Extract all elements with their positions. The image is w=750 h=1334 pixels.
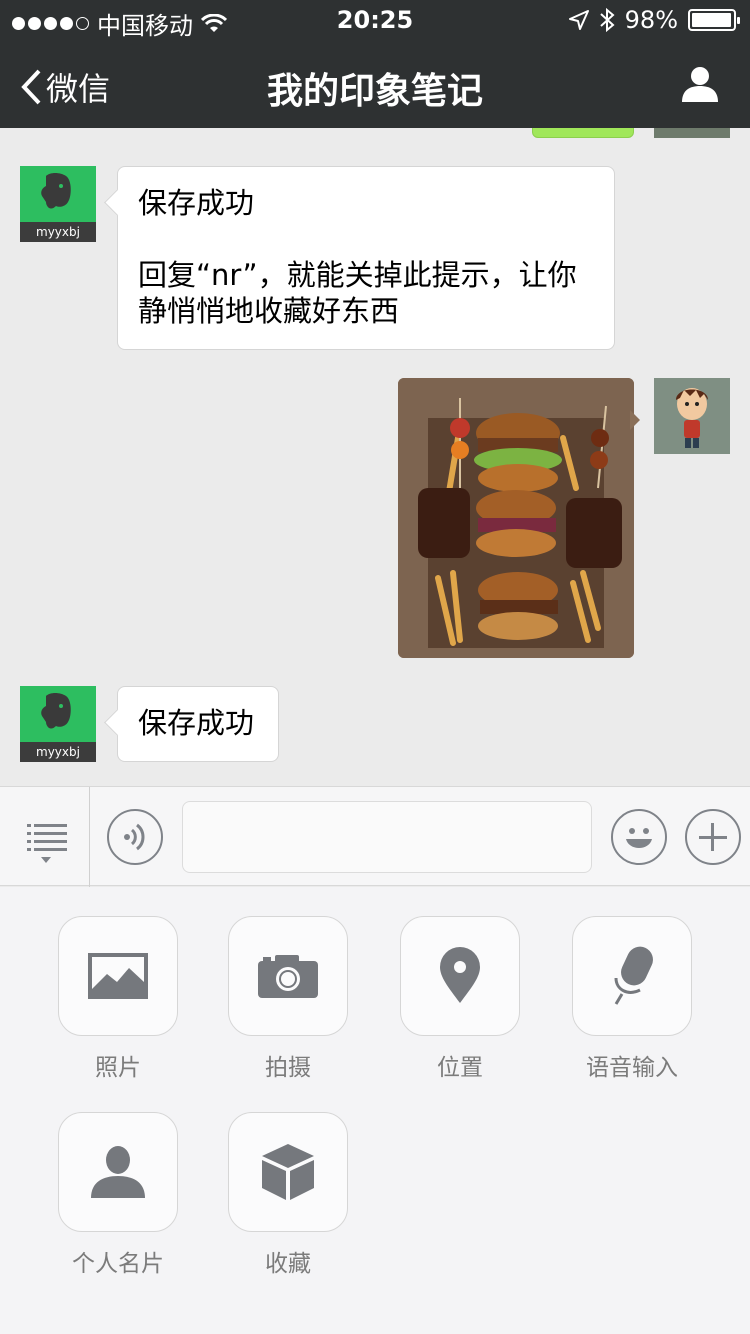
image-bubble-tail <box>630 410 640 430</box>
avatar-label: myyxbj <box>20 742 96 762</box>
tool-label: 位置 <box>437 1055 483 1081</box>
tool-voice-input[interactable]: 语音输入 <box>572 916 692 1082</box>
voice-input-button[interactable] <box>107 809 163 865</box>
message-title: 保存成功 <box>138 706 255 740</box>
user-avatar[interactable] <box>654 378 730 454</box>
message-input[interactable] <box>182 801 592 873</box>
burger-photo <box>398 378 634 658</box>
input-toolbar <box>0 786 750 887</box>
smiley-icon <box>626 828 652 848</box>
microphone-icon <box>614 946 653 1005</box>
contact-card-icon <box>91 1146 145 1198</box>
image-message[interactable] <box>398 378 634 658</box>
previous-sent-bubble <box>532 128 634 138</box>
tool-photo[interactable]: 照片 <box>58 916 178 1082</box>
evernote-avatar[interactable]: myyxbj <box>20 686 96 762</box>
camera-icon <box>258 955 318 998</box>
tool-favorites[interactable]: 收藏 <box>228 1112 348 1278</box>
battery-percent: 98% <box>624 6 678 34</box>
more-button[interactable] <box>685 809 741 865</box>
message-bubble[interactable]: 保存成功 <box>117 686 279 762</box>
page-title: 我的印象笔记 <box>266 71 483 112</box>
contact-info-button[interactable] <box>680 64 720 104</box>
message-bubble[interactable]: 保存成功 回复“nr”，就能关掉此提示，让你静悄悄地收藏好东西 <box>117 166 615 350</box>
location-icon <box>440 947 480 1003</box>
cartoon-boy-avatar <box>654 378 730 454</box>
navigation-bar: 微信 我的印象笔记 <box>0 40 750 128</box>
photo-icon <box>88 953 148 999</box>
previous-user-avatar <box>654 128 730 138</box>
tool-label: 收藏 <box>265 1251 311 1277</box>
avatar-label: myyxbj <box>20 222 96 242</box>
menu-toggle-button[interactable] <box>0 787 90 887</box>
evernote-avatar[interactable]: myyxbj <box>20 166 96 242</box>
favorites-box-icon <box>262 1144 314 1200</box>
tool-label: 语音输入 <box>586 1055 678 1081</box>
message-body: 回复“nr”，就能关掉此提示，让你静悄悄地收藏好东西 <box>138 258 577 328</box>
chat-area[interactable]: myyxbj 保存成功 回复“nr”，就能关掉此提示，让你静悄悄地收藏好东西 m… <box>0 128 750 786</box>
tool-contact-card[interactable]: 个人名片 <box>58 1112 178 1278</box>
status-bar: 中国移动 20:25 98% <box>0 0 750 40</box>
emoji-button[interactable] <box>611 809 667 865</box>
tool-label: 照片 <box>95 1055 141 1081</box>
top-bar: 中国移动 20:25 98% 微信 我的印象笔记 <box>0 0 750 128</box>
elephant-icon <box>41 173 71 209</box>
tool-location[interactable]: 位置 <box>400 916 520 1082</box>
tool-label: 个人名片 <box>72 1251 164 1277</box>
attachment-panel: 照片 拍摄 位置 语音输入 个人名片 收藏 <box>0 887 750 1334</box>
bluetooth-icon <box>599 8 615 32</box>
voice-wave-icon <box>124 823 145 851</box>
elephant-icon <box>41 693 71 729</box>
tool-label: 拍摄 <box>265 1055 311 1081</box>
list-menu-icon <box>27 824 67 863</box>
tool-camera[interactable]: 拍摄 <box>228 916 348 1082</box>
plus-icon <box>699 823 727 851</box>
location-arrow-icon <box>568 10 589 30</box>
message-title: 保存成功 <box>138 186 255 220</box>
battery-icon <box>688 9 740 31</box>
